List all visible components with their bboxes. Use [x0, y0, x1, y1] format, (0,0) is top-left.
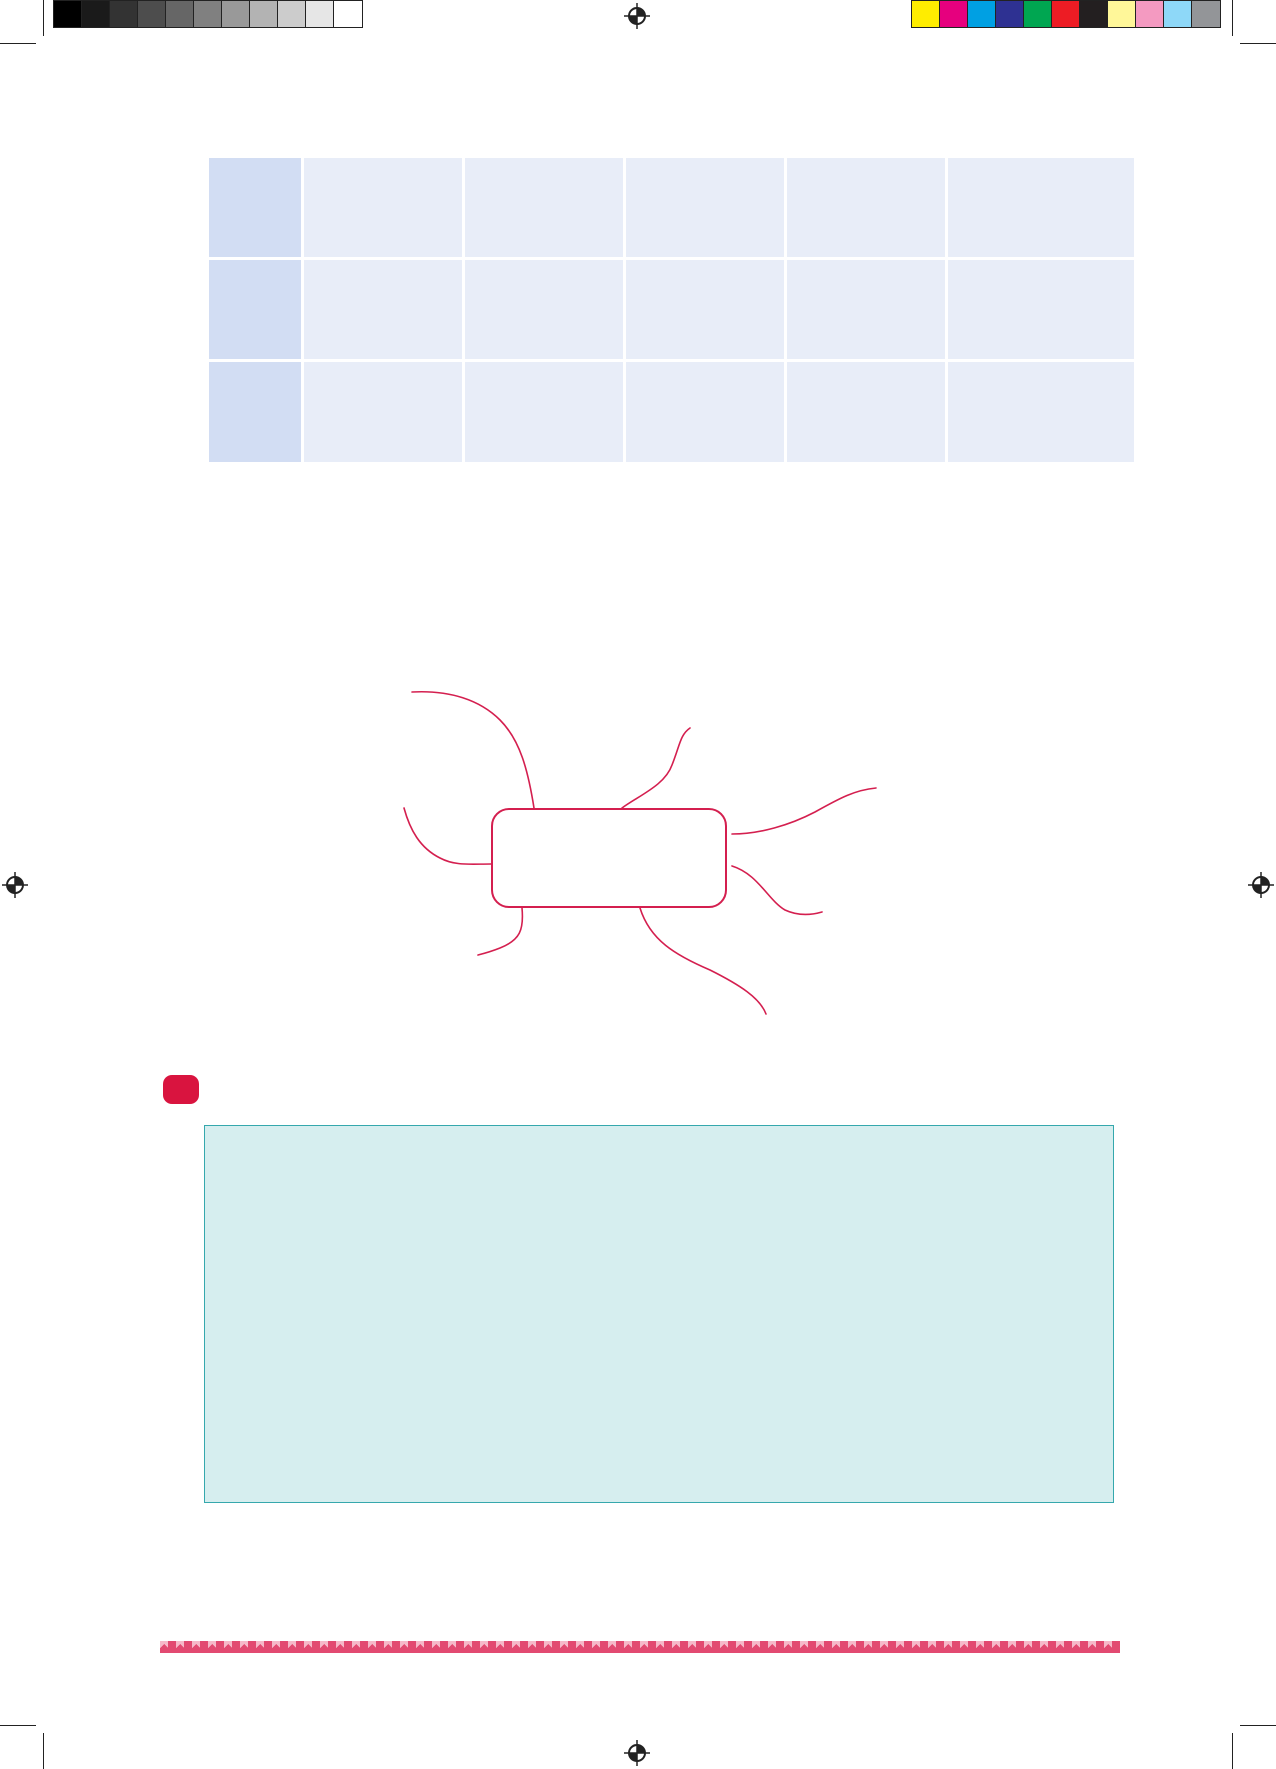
- mind-map-branch-bottom-right: [639, 907, 767, 1015]
- mind-map-branch-top-left: [411, 690, 535, 809]
- mind-map-branch-left: [403, 807, 492, 866]
- footer-decorative-band: [160, 1641, 1120, 1653]
- mind-map-branch-right-lower: [731, 865, 823, 916]
- activity-number-badge: [163, 1075, 199, 1104]
- answer-box: [204, 1125, 1114, 1503]
- mind-map-branch-top: [621, 727, 691, 809]
- mind-map-branch-right-upper: [731, 787, 877, 835]
- mind-map-branch-bottom-left: [477, 907, 524, 956]
- mind-map-center-box: [491, 808, 727, 908]
